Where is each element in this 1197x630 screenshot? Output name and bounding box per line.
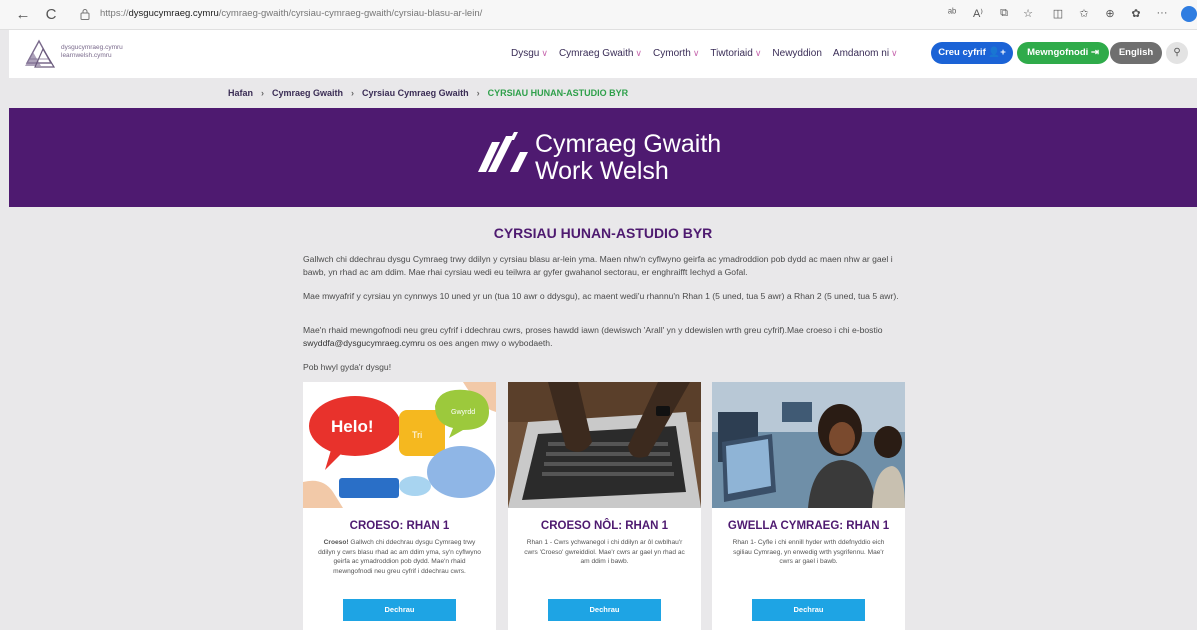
- language-button[interactable]: English: [1110, 42, 1162, 64]
- menu-label: Dysgu: [511, 48, 540, 59]
- email-link[interactable]: swyddfa@dysgucymraeg.cymru: [303, 338, 425, 348]
- read-aloud-icon[interactable]: A⁾: [970, 7, 986, 20]
- units-paragraph: Mae mwyafrif y cyrsiau yn cynnwys 10 une…: [303, 291, 899, 301]
- url-scheme: https://: [100, 8, 129, 19]
- login-label: Mewngofnodi: [1027, 47, 1089, 58]
- sign-in-icon: ⇥: [1090, 47, 1099, 58]
- chevron-down-icon: ∨: [635, 48, 643, 58]
- favorites-list-icon[interactable]: ✩: [1076, 7, 1092, 20]
- start-course-button[interactable]: Dechrau: [343, 599, 456, 621]
- bubble-gwyrdd: Gwyrdd: [451, 409, 475, 416]
- collections-icon[interactable]: ⊕: [1102, 7, 1118, 20]
- card-description-bold: Croeso!: [323, 539, 349, 546]
- back-arrow-icon[interactable]: ←: [14, 6, 32, 24]
- hero-title-welsh: Cymraeg Gwaith: [535, 130, 722, 158]
- site-header: dysgucymraeg.cymru learnwelsh.cymru Dysg…: [9, 30, 1197, 78]
- chevron-down-icon: ∨: [891, 48, 898, 58]
- menu-label: Amdanom ni: [832, 48, 890, 59]
- card-description: Croeso! Gallwch chi ddechrau dysgu Cymra…: [317, 538, 482, 576]
- login-button[interactable]: Mewngofnodi ⇥: [1017, 42, 1109, 64]
- login-paragraph: Mae'n rhaid mewngofnodi neu greu cyfrif …: [303, 324, 915, 350]
- url-domain: dysgucymraeg.cymru: [128, 8, 219, 19]
- card-title: GWELLA CYMRAEG: RHAN 1: [727, 520, 890, 532]
- work-welsh-logo-icon: [478, 132, 528, 172]
- intro-paragraph: Gallwch chi ddechrau dysgu Cymraeg trwy …: [303, 254, 893, 277]
- office-people-image: [712, 382, 905, 508]
- menu-item-amdanom-ni[interactable]: Amdanom ni ∨: [833, 48, 898, 59]
- menu-item-newyddion[interactable]: Newyddion: [772, 48, 821, 59]
- search-icon[interactable]: ⚲: [1166, 42, 1188, 64]
- login-paragraph-text: Mae'n rhaid mewngofnodi neu greu cyfrif …: [303, 325, 883, 335]
- breadcrumb-separator-icon: ›: [476, 88, 480, 98]
- card-description: Rhan 1- Cyfle i chi ennill hyder wrth dd…: [732, 539, 885, 566]
- breadcrumb-home[interactable]: Hafan: [228, 88, 253, 98]
- main-menu: Dysgu ∨ Cymraeg Gwaith ∨ Cymorth ∨ Tiwtoria…: [511, 48, 909, 59]
- bubble-helo: Helo!: [331, 417, 374, 436]
- reload-icon[interactable]: C: [42, 6, 60, 24]
- menu-item-dysgu[interactable]: Dysgu ∨: [511, 48, 548, 59]
- start-course-button[interactable]: Dechrau: [548, 599, 661, 621]
- logo-text[interactable]: dysgucymraeg.cymru learnwelsh.cymru: [61, 44, 123, 60]
- menu-item-tiwtoriaid[interactable]: Tiwtoriaid ∨: [710, 48, 761, 59]
- logo-line-1: dysgucymraeg.cymru: [61, 44, 123, 51]
- chevron-down-icon: ∨: [692, 48, 700, 58]
- breadcrumb-separator-icon: ›: [261, 88, 265, 98]
- logo-icon[interactable]: [21, 39, 57, 69]
- create-account-label: Creu cyfrif: [938, 47, 986, 58]
- extensions-icon[interactable]: ✿: [1128, 7, 1144, 20]
- login-paragraph-text-end: os oes angen mwy o wybodaeth.: [424, 338, 553, 348]
- breadcrumb-current: CYRSIAU HUNAN-ASTUDIO BYR: [487, 88, 629, 98]
- browser-toolbar: ← C https://dysgucymraeg.cymru/cymraeg-g…: [0, 0, 1197, 30]
- breadcrumb: Hafan › Cymraeg Gwaith › Cyrsiau Cymraeg Gwa…: [9, 78, 1197, 108]
- more-icon[interactable]: ···: [1154, 7, 1170, 19]
- translate-icon[interactable]: ᵃᵇ: [944, 7, 960, 19]
- menu-label: Newyddion: [772, 48, 822, 59]
- hero-banner: Cymraeg Gwaith Work Welsh: [9, 108, 1197, 207]
- sidebar-icon[interactable]: ◫: [1050, 7, 1066, 20]
- card-description: Rhan 1 - Cwrs ychwanegol i chi ddilyn ar…: [524, 539, 685, 566]
- menu-label: Tiwtoriaid: [710, 48, 753, 59]
- course-card-croeso: Helo! Tri Gwyrdd CROESO: RHAN 1 Croeso! …: [303, 382, 496, 630]
- breadcrumb-cymraeg-gwaith[interactable]: Cymraeg Gwaith: [272, 88, 343, 98]
- lock-icon[interactable]: [80, 8, 90, 20]
- hero-title: Cymraeg Gwaith Work Welsh: [535, 131, 721, 185]
- page-title: CYRSIAU HUNAN-ASTUDIO BYR: [493, 225, 713, 241]
- course-card-gwella-cymraeg: GWELLA CYMRAEG: RHAN 1 Rhan 1- Cyfle i c…: [712, 382, 905, 630]
- breadcrumb-separator-icon: ›: [351, 88, 355, 98]
- chevron-down-icon: ∨: [541, 48, 548, 58]
- card-title: CROESO NÔL: RHAN 1: [540, 520, 669, 532]
- card-title: CROESO: RHAN 1: [349, 520, 450, 532]
- address-bar[interactable]: https://dysgucymraeg.cymru/cymraeg-gwait…: [100, 8, 482, 19]
- start-course-button[interactable]: Dechrau: [752, 599, 865, 621]
- main-content: CYRSIAU HUNAN-ASTUDIO BYR Gallwch chi dd…: [9, 207, 1197, 630]
- add-user-icon: 👤+: [988, 47, 1006, 58]
- menu-label: Cymorth: [653, 48, 691, 59]
- profile-avatar[interactable]: [1181, 6, 1197, 22]
- hero-title-english: Work Welsh: [535, 157, 669, 185]
- menu-item-cymorth[interactable]: Cymorth ∨: [653, 48, 699, 59]
- logo-line-2: learnwelsh.cymru: [61, 52, 112, 59]
- course-card-croeso-nol: CROESO NÔL: RHAN 1 Rhan 1 - Cwrs ychwane…: [508, 382, 701, 630]
- closing-paragraph: Pob hwyl gyda'r dysgu!: [303, 362, 392, 372]
- url-path: /cymraeg-gwaith/cyrsiau-cymraeg-gwaith/c…: [218, 8, 483, 19]
- menu-item-cymraeg-gwaith[interactable]: Cymraeg Gwaith ∨: [559, 48, 642, 59]
- laptop-typing-image: [508, 382, 701, 508]
- menu-label: Cymraeg Gwaith: [558, 48, 634, 59]
- favorite-icon[interactable]: ☆: [1020, 7, 1036, 20]
- chevron-down-icon: ∨: [754, 48, 762, 58]
- bubble-tri: Tri: [412, 430, 422, 440]
- breadcrumb-cyrsiau[interactable]: Cyrsiau Cymraeg Gwaith: [362, 88, 469, 98]
- create-account-button[interactable]: Creu cyfrif 👤+: [931, 42, 1013, 64]
- split-screen-icon[interactable]: ⧉: [996, 7, 1012, 20]
- speech-bubbles-image: Helo! Tri Gwyrdd: [303, 382, 496, 508]
